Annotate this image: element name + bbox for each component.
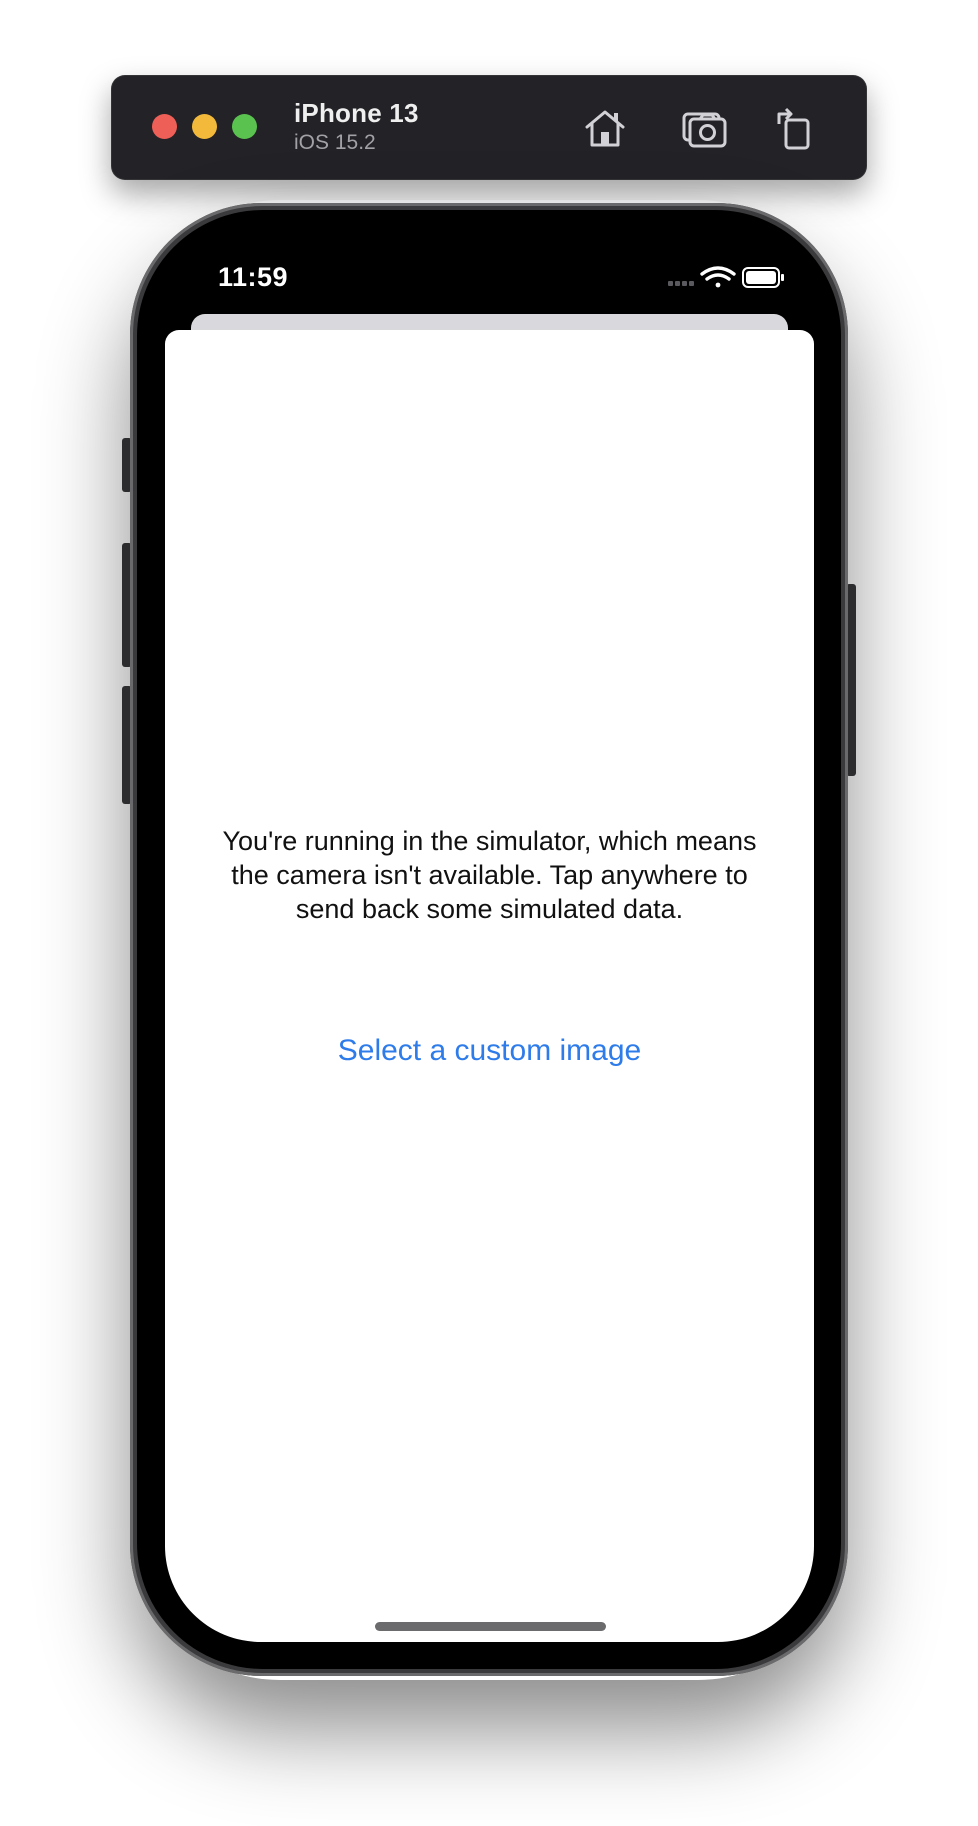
home-indicator[interactable] xyxy=(375,1622,606,1631)
camera-simulator-screen[interactable]: You're running in the simulator, which m… xyxy=(165,330,814,1642)
signal-icon xyxy=(668,281,694,286)
device-name: iPhone 13 xyxy=(294,98,419,128)
simulator-stage: iPhone 13 iOS 15.2 11:59 You're running … xyxy=(0,0,978,1826)
status-icons xyxy=(666,264,786,292)
simulator-toolbar xyxy=(111,75,867,180)
zoom-window-button[interactable] xyxy=(232,114,257,139)
close-window-button[interactable] xyxy=(152,114,177,139)
os-version: iOS 15.2 xyxy=(294,131,376,154)
wifi-icon xyxy=(700,266,736,288)
simulator-message: You're running in the simulator, which m… xyxy=(222,826,757,924)
home-icon[interactable] xyxy=(581,104,629,152)
battery-icon xyxy=(742,267,784,288)
screenshot-icon[interactable] xyxy=(681,104,729,152)
status-time: 11:59 xyxy=(218,262,289,292)
rotate-icon[interactable] xyxy=(771,104,819,152)
minimize-window-button[interactable] xyxy=(192,114,217,139)
select-custom-image-button[interactable]: Select a custom image xyxy=(165,1034,814,1068)
